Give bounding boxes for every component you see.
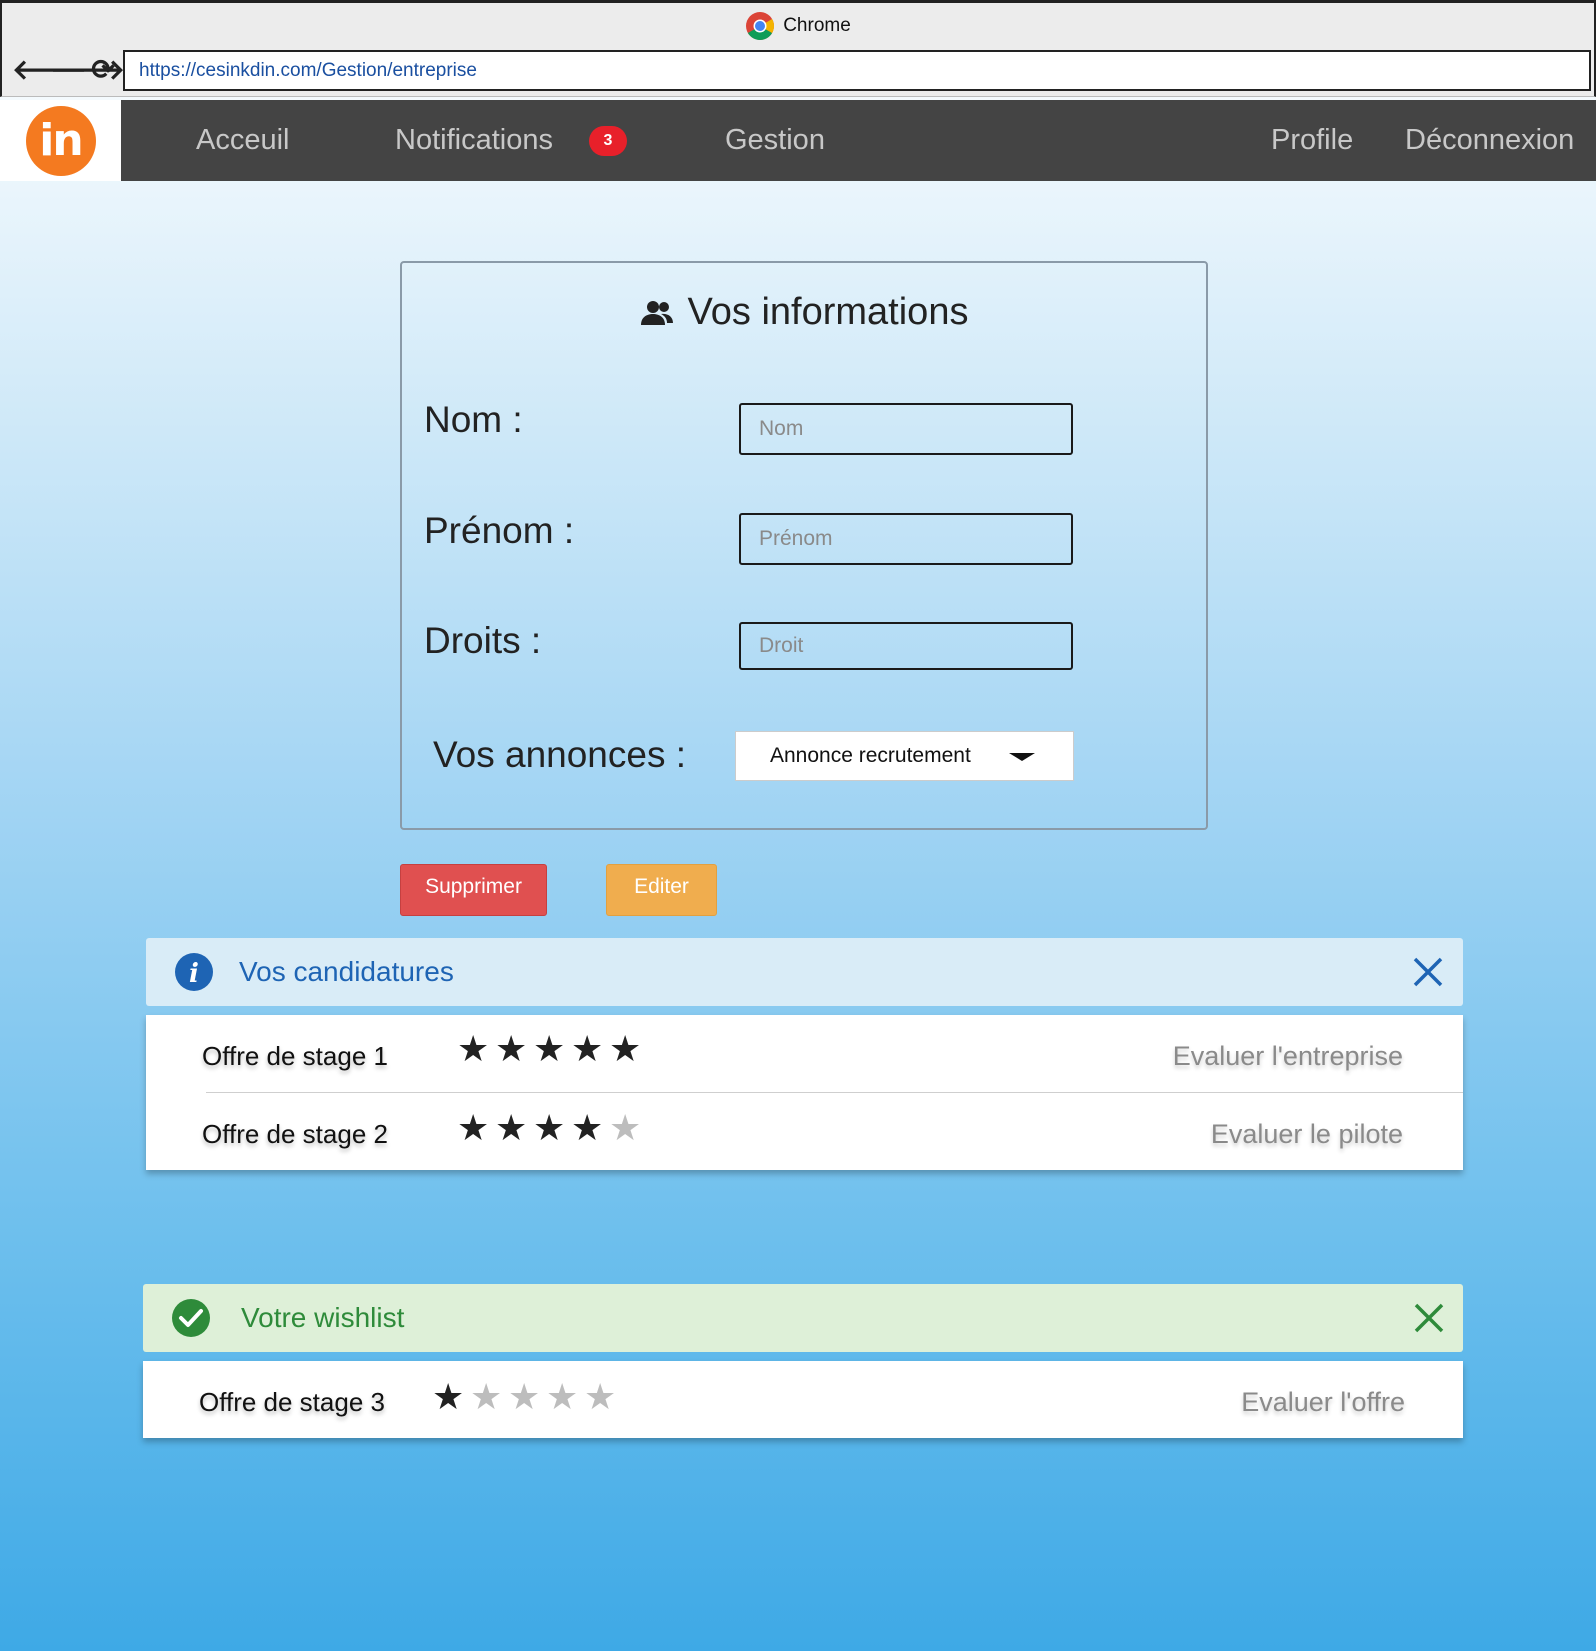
evaluate-company-link[interactable]: Evaluer l'entreprise	[1173, 1041, 1403, 1072]
list-item[interactable]: Offre de stage 1 ★ ★ ★ ★ ★ Evaluer l'entrepr…	[146, 1015, 1463, 1093]
panel-title-text: Vos informations	[687, 291, 969, 333]
edit-button[interactable]: Editer	[606, 864, 717, 916]
nav-item-profile[interactable]: Profile	[1271, 100, 1353, 181]
nav-item-notifications[interactable]: Notifications 3	[395, 100, 627, 181]
close-icon[interactable]	[1412, 956, 1444, 988]
browser-app-name: Chrome	[783, 15, 851, 36]
star-empty-icon[interactable]: ★	[470, 1380, 502, 1416]
star-rating[interactable]: ★ ★ ★ ★ ★	[457, 1032, 641, 1068]
notification-badge: 3	[588, 125, 627, 156]
star-filled-icon[interactable]: ★	[495, 1111, 527, 1147]
star-empty-icon[interactable]: ★	[609, 1111, 641, 1147]
star-filled-icon[interactable]: ★	[533, 1111, 565, 1147]
browser-window-bar: Chrome 🡐 🡒 ⟳ https://cesinkdin.com/Gesti…	[0, 0, 1596, 97]
info-icon: i	[175, 953, 213, 991]
delete-button[interactable]: Supprimer	[400, 864, 547, 916]
evaluate-offer-link[interactable]: Evaluer l'offre	[1241, 1387, 1405, 1418]
star-filled-icon[interactable]: ★	[457, 1032, 489, 1068]
nav-item-acceuil[interactable]: Acceuil	[196, 100, 290, 181]
list-item[interactable]: Offre de stage 2 ★ ★ ★ ★ ★ Evaluer le pilote	[146, 1093, 1463, 1171]
star-empty-icon[interactable]: ★	[546, 1380, 578, 1416]
nom-label: Nom :	[424, 399, 523, 440]
panel-title: Vos informations	[402, 291, 1206, 334]
annonces-label: Vos annonces :	[433, 734, 687, 775]
close-icon[interactable]	[1413, 1302, 1445, 1334]
nav-item-label: Profile	[1271, 124, 1354, 156]
list-item[interactable]: Offre de stage 3 ★ ★ ★ ★ ★ Evaluer l'offre	[143, 1361, 1463, 1439]
browser-title: Chrome	[2, 11, 1594, 41]
star-filled-icon[interactable]: ★	[495, 1032, 527, 1068]
info-panel: Vos informations Nom : Prénom : Droits :…	[400, 261, 1208, 830]
nav-item-deconnexion[interactable]: Déconnexion	[1405, 100, 1574, 181]
annonces-selected-value: Annonce recrutement	[770, 744, 971, 767]
offer-title: Offre de stage 2	[202, 1119, 388, 1149]
wishlist-title: Votre wishlist	[241, 1302, 405, 1333]
back-arrow-icon[interactable]: 🡐	[12, 55, 87, 85]
droit-input[interactable]	[739, 622, 1073, 670]
star-filled-icon[interactable]: ★	[571, 1111, 603, 1147]
star-empty-icon[interactable]: ★	[584, 1380, 616, 1416]
prenom-label: Prénom :	[424, 510, 575, 551]
candidatures-alert: i Vos candidatures	[146, 938, 1463, 1006]
nav-item-label: Notifications	[395, 124, 553, 156]
star-filled-icon[interactable]: ★	[571, 1032, 603, 1068]
star-empty-icon[interactable]: ★	[508, 1380, 540, 1416]
evaluate-pilot-link[interactable]: Evaluer le pilote	[1211, 1119, 1403, 1150]
star-filled-icon[interactable]: ★	[609, 1032, 641, 1068]
star-filled-icon[interactable]: ★	[457, 1111, 489, 1147]
star-filled-icon[interactable]: ★	[432, 1380, 464, 1416]
prenom-input[interactable]	[739, 513, 1073, 565]
chrome-logo-icon	[746, 12, 775, 40]
offer-title: Offre de stage 3	[199, 1387, 385, 1417]
star-rating[interactable]: ★ ★ ★ ★ ★	[432, 1380, 616, 1416]
nav-item-label: Déconnexion	[1405, 124, 1575, 156]
users-icon	[640, 300, 673, 325]
wishlist-alert: Votre wishlist	[143, 1284, 1463, 1352]
star-rating[interactable]: ★ ★ ★ ★ ★	[457, 1111, 641, 1147]
offer-title: Offre de stage 1	[202, 1041, 388, 1071]
site-logo[interactable]: in	[0, 100, 121, 181]
reload-icon[interactable]: ⟳	[88, 55, 118, 85]
nav-item-gestion[interactable]: Gestion	[725, 100, 825, 181]
nav-item-label: Gestion	[725, 124, 825, 156]
wishlist-list: Offre de stage 3 ★ ★ ★ ★ ★ Evaluer l'offre	[143, 1361, 1463, 1438]
logo-text: in	[39, 115, 83, 166]
check-circle-icon	[172, 1299, 210, 1337]
url-text: https://cesinkdin.com/Gestion/entreprise	[139, 59, 477, 81]
star-filled-icon[interactable]: ★	[533, 1032, 565, 1068]
forward-arrow-icon[interactable]: 🡒	[50, 55, 125, 85]
svg-text:i: i	[189, 959, 199, 989]
top-navbar: Acceuil Notifications 3 Gestion Profile …	[121, 100, 1596, 181]
candidatures-list: Offre de stage 1 ★ ★ ★ ★ ★ Evaluer l'entrepr…	[146, 1015, 1463, 1170]
candidatures-title: Vos candidatures	[239, 956, 454, 987]
annonces-select[interactable]: Annonce recrutement	[735, 731, 1074, 781]
address-bar[interactable]: https://cesinkdin.com/Gestion/entreprise	[123, 50, 1591, 91]
nav-item-label: Acceuil	[196, 124, 290, 156]
logo-circle: in	[25, 105, 96, 176]
nom-input[interactable]	[739, 403, 1073, 455]
droits-label: Droits :	[424, 620, 542, 661]
caret-down-icon	[1009, 753, 1035, 761]
